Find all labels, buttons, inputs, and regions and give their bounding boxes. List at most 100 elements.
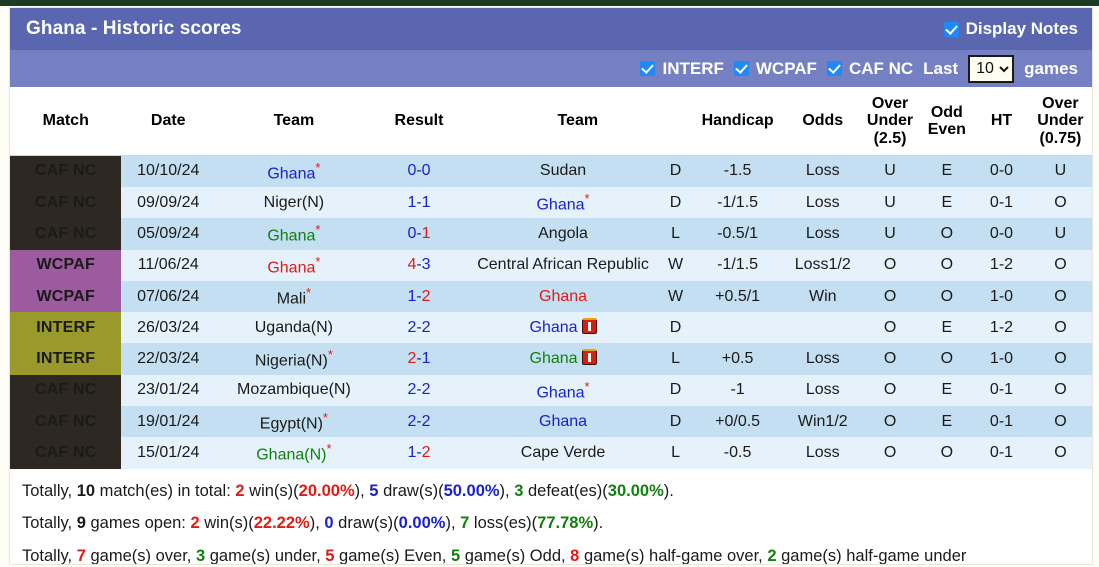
home-team-name: Mozambique(N)	[236, 381, 351, 399]
home-team-cell[interactable]: Mozambique(N)	[215, 374, 373, 407]
competition-badge[interactable]: INTERF	[10, 312, 122, 344]
home-team-cell[interactable]: Mali*	[215, 281, 373, 313]
table-row[interactable]: CAF NC 09/09/24 Niger(N) 1-1 Ghana* D -1/1.5 Lo…	[10, 187, 1092, 219]
interf-checkbox[interactable]	[640, 61, 656, 76]
games-count-select[interactable]: 10203050	[968, 54, 1015, 83]
odds-result: Loss	[784, 437, 861, 469]
summary-segment: ),	[499, 481, 515, 500]
match-result: 2-1	[372, 343, 466, 375]
score-away: 2	[421, 287, 431, 305]
over-under-25-value: O	[860, 281, 920, 313]
competition-badge[interactable]: CAF NC	[10, 218, 122, 250]
col-header-over-under-25[interactable]: Over Under (2.5)	[860, 87, 920, 156]
cafnc-label: CAF NC	[848, 58, 914, 78]
display-notes-toggle[interactable]: Display Notes	[943, 19, 1078, 39]
score-home: 2	[407, 381, 417, 399]
oddeven-line1: Odd	[930, 103, 963, 121]
competition-badge[interactable]: CAF NC	[10, 406, 122, 438]
away-team-cell[interactable]: Ghana*	[465, 187, 661, 219]
home-team-cell[interactable]: Ghana*	[215, 249, 373, 282]
home-team-cell[interactable]: Niger(N)	[215, 187, 373, 219]
col-header-odds[interactable]: Odds	[784, 87, 861, 156]
score-away: 2	[421, 412, 431, 430]
summary-footer: Totally, 10 match(es) in total: 2 win(s)…	[10, 468, 1092, 565]
match-result: 1-1	[372, 187, 466, 219]
ou25-line3: (2.5)	[873, 129, 907, 147]
away-team-cell[interactable]: Ghana	[465, 281, 661, 313]
filter-interf[interactable]: INTERF	[640, 59, 724, 79]
filter-wcpaf[interactable]: WCPAF	[733, 59, 817, 79]
away-team-cell[interactable]: Ghana	[465, 312, 661, 344]
competition-badge[interactable]: WCPAF	[10, 249, 122, 282]
table-row[interactable]: CAF NC 19/01/24 Egypt(N)* 2-2 Ghana D +0/0.5 Wi…	[10, 406, 1092, 438]
table-row[interactable]: INTERF 26/03/24 Uganda(N) 2-2 Ghana D O E 1-2 O	[10, 312, 1092, 344]
table-row[interactable]: WCPAF 11/06/24 Ghana* 4-3 Central African Re…	[10, 249, 1092, 282]
over-under-25-value: U	[860, 218, 920, 250]
filter-cafnc[interactable]: CAF NC	[826, 58, 914, 79]
match-date: 09/09/24	[121, 187, 216, 219]
competition-badge[interactable]: CAF NC	[10, 155, 122, 188]
competition-badge[interactable]: CAF NC	[10, 374, 122, 407]
display-notes-checkbox[interactable]	[943, 21, 959, 37]
halftime-score: 1-0	[974, 281, 1029, 313]
handicap-value: +0/0.5	[690, 406, 785, 438]
col-header-odd-even[interactable]: Odd Even	[919, 87, 975, 156]
home-team-cell[interactable]: Ghana(N)*	[215, 437, 373, 469]
away-team-cell[interactable]: Ghana*	[465, 374, 661, 407]
home-team-name: Nigeria(N)	[254, 352, 328, 370]
table-row[interactable]: CAF NC 05/09/24 Ghana* 0-1 Angola L -0.5/1 Loss…	[10, 218, 1092, 250]
col-header-result[interactable]: Result	[372, 87, 466, 156]
wcpaf-checkbox[interactable]	[733, 61, 749, 76]
home-team-star: *	[306, 285, 312, 301]
odds-result: Loss	[784, 374, 861, 407]
table-row[interactable]: WCPAF 07/06/24 Mali* 1-2 Ghana W +0.5/1 Win O O 1-…	[10, 281, 1092, 313]
match-note-icon[interactable]	[581, 349, 597, 366]
home-team-cell[interactable]: Uganda(N)	[215, 312, 373, 344]
home-team-cell[interactable]: Ghana*	[215, 155, 373, 188]
away-team-cell[interactable]: Angola	[465, 218, 661, 250]
summary-line-overunder: Totally, 7 game(s) over, 3 game(s) under…	[20, 540, 1082, 565]
summary-segment: draw(s)(	[378, 481, 444, 500]
summary-segment: games open:	[85, 514, 191, 533]
col-header-handicap[interactable]: Handicap	[690, 87, 785, 156]
summary-segment: Totally,	[22, 547, 77, 565]
over-under-25-value: O	[860, 312, 920, 344]
col-header-match[interactable]: Match	[10, 87, 122, 156]
table-body: CAF NC 10/10/24 Ghana* 0-0 Sudan D -1.5 Loss U E 0…	[10, 155, 1092, 469]
score-away: 1	[421, 225, 431, 243]
col-header-ht[interactable]: HT	[974, 87, 1029, 156]
score-away: 2	[421, 318, 431, 336]
home-team-cell[interactable]: Nigeria(N)*	[215, 343, 373, 375]
competition-badge[interactable]: WCPAF	[10, 281, 122, 313]
competition-badge[interactable]: CAF NC	[10, 437, 122, 469]
away-team-cell[interactable]: Cape Verde	[465, 437, 661, 469]
table-row[interactable]: CAF NC 15/01/24 Ghana(N)* 1-2 Cape Verde L -0.…	[10, 437, 1092, 469]
odds-result: Loss	[784, 155, 861, 188]
summary-segment: ).	[593, 514, 604, 533]
competition-badge[interactable]: INTERF	[10, 343, 122, 375]
home-team-cell[interactable]: Egypt(N)*	[215, 406, 373, 438]
away-team-cell[interactable]: Ghana	[465, 343, 661, 375]
match-note-icon[interactable]	[581, 317, 597, 334]
col-header-over-under-075[interactable]: Over Under (0.75)	[1028, 87, 1092, 156]
col-header-home-team[interactable]: Team	[215, 87, 373, 156]
home-team-cell[interactable]: Ghana*	[215, 218, 373, 250]
home-team-name: Uganda(N)	[254, 318, 334, 336]
table-row[interactable]: INTERF 22/03/24 Nigeria(N)* 2-1 Ghana L +0.5 Lo…	[10, 343, 1092, 375]
score-home: 2	[407, 412, 417, 430]
handicap-value: -1/1.5	[690, 249, 785, 282]
col-header-away-team[interactable]: Team	[465, 87, 691, 156]
away-team-cell[interactable]: Central African Republic	[465, 249, 661, 282]
summary-segment: 5	[450, 547, 461, 565]
competition-badge[interactable]: CAF NC	[10, 187, 122, 219]
cafnc-checkbox[interactable]	[826, 61, 842, 76]
match-date: 19/01/24	[121, 406, 216, 438]
table-row[interactable]: CAF NC 10/10/24 Ghana* 0-0 Sudan D -1.5 Loss U E 0…	[10, 155, 1092, 188]
away-team-cell[interactable]: Sudan	[465, 155, 661, 188]
table-row[interactable]: CAF NC 23/01/24 Mozambique(N) 2-2 Ghana* D -1 L…	[10, 374, 1092, 407]
home-team-name: Ghana(N)	[256, 446, 327, 464]
col-header-date[interactable]: Date	[121, 87, 216, 156]
page-title: Ghana - Historic scores	[26, 18, 242, 39]
win-draw-loss-indicator: L	[660, 343, 691, 375]
away-team-cell[interactable]: Ghana	[465, 406, 661, 438]
